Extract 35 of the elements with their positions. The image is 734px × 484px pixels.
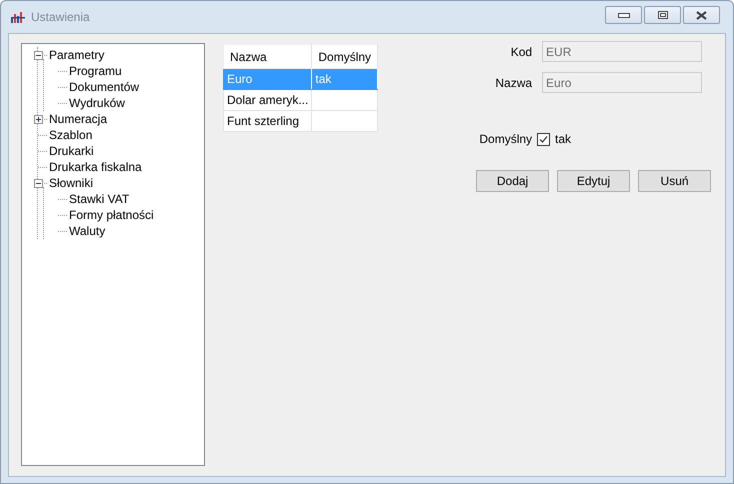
- tree-item[interactable]: Formy płatności: [68, 208, 155, 222]
- tree-item[interactable]: Dokumentów: [68, 80, 140, 94]
- minimize-icon: [618, 12, 630, 18]
- tree-item[interactable]: Wydruków: [68, 96, 126, 110]
- action-button[interactable]: Dodaj: [476, 170, 550, 192]
- tree-item[interactable]: Drukarka fiskalna: [48, 160, 143, 174]
- field-label: Nazwa: [494, 76, 532, 90]
- close-icon: [696, 10, 707, 20]
- window-title: Ustawienia: [31, 10, 90, 24]
- tree-item[interactable]: Waluty: [68, 224, 106, 238]
- app-icon: [11, 11, 25, 23]
- tree-item[interactable]: Parametry: [48, 48, 106, 62]
- maximize-icon: [658, 11, 668, 19]
- tree-item[interactable]: Drukarki: [48, 144, 95, 158]
- field-label: Domyślny: [478, 132, 532, 146]
- tree-item[interactable]: Programu: [68, 64, 123, 78]
- close-button[interactable]: [683, 6, 720, 24]
- tree-item[interactable]: Numeracja: [48, 112, 108, 126]
- column-header[interactable]: Domyślny: [312, 44, 378, 68]
- collapse-icon[interactable]: [34, 50, 43, 60]
- action-button[interactable]: Usuń: [638, 170, 712, 192]
- maximize-button[interactable]: [644, 6, 681, 24]
- table-cell[interactable]: Funt szterling: [224, 110, 312, 132]
- column-header[interactable]: Nazwa: [224, 44, 312, 68]
- checkbox[interactable]: [537, 132, 550, 146]
- table-cell[interactable]: Dolar ameryk...: [224, 90, 312, 110]
- tree-item[interactable]: Stawki VAT: [68, 192, 130, 206]
- field-label: Kod: [510, 44, 532, 58]
- expand-icon[interactable]: [34, 114, 43, 124]
- minimize-button[interactable]: [605, 6, 642, 24]
- tree-item[interactable]: Słowniki: [48, 176, 94, 190]
- collapse-icon[interactable]: [34, 178, 43, 188]
- tree-item[interactable]: Szablon: [48, 128, 94, 142]
- checkbox-label[interactable]: tak: [555, 132, 572, 146]
- action-button[interactable]: Edytuj: [557, 170, 630, 192]
